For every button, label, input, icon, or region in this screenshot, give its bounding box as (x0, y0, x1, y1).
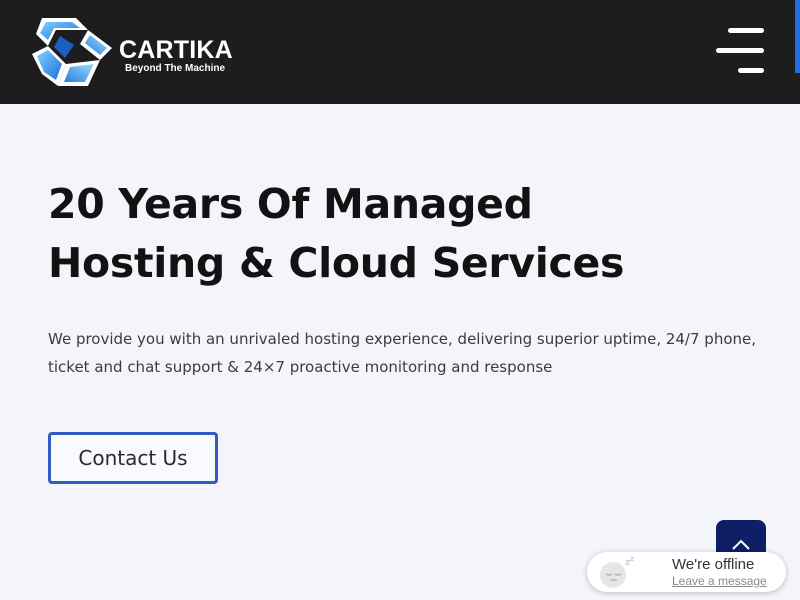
hero-description: We provide you with an unrivaled hosting… (48, 325, 768, 381)
hero-description-line: We provide you with an unrivaled hosting… (48, 330, 757, 348)
brand-name[interactable]: CARTIKA (119, 36, 233, 64)
page: CARTIKA Beyond The Machine 20 Years Of M… (0, 0, 800, 600)
menu-line (728, 28, 764, 33)
svg-text:z: z (630, 555, 634, 563)
scrollbar-thumb[interactable] (795, 0, 800, 73)
cartika-logo-mark-icon (32, 18, 112, 86)
contact-us-button[interactable]: Contact Us (48, 432, 218, 484)
hero-description-line: ticket and chat support & 24×7 proactive… (48, 358, 553, 376)
leave-message-link[interactable]: Leave a message (672, 574, 767, 588)
cartika-logo[interactable] (30, 16, 114, 88)
sleeping-face-icon: z z (600, 555, 634, 588)
hero-title-line: 20 Years Of Managed (48, 180, 533, 228)
menu-line (716, 48, 764, 53)
hero-title: 20 Years Of Managed Hosting & Cloud Serv… (48, 175, 748, 293)
chat-widget[interactable]: z z We're offline Leave a message (587, 552, 786, 592)
chat-status-text: We're offline (672, 556, 755, 573)
chevron-up-icon (732, 539, 750, 550)
site-header: CARTIKA Beyond The Machine (0, 0, 800, 104)
brand-tagline: Beyond The Machine (125, 63, 226, 74)
hamburger-menu-button[interactable] (712, 24, 768, 78)
hero-title-line: Hosting & Cloud Services (48, 239, 625, 287)
menu-line (738, 68, 764, 73)
